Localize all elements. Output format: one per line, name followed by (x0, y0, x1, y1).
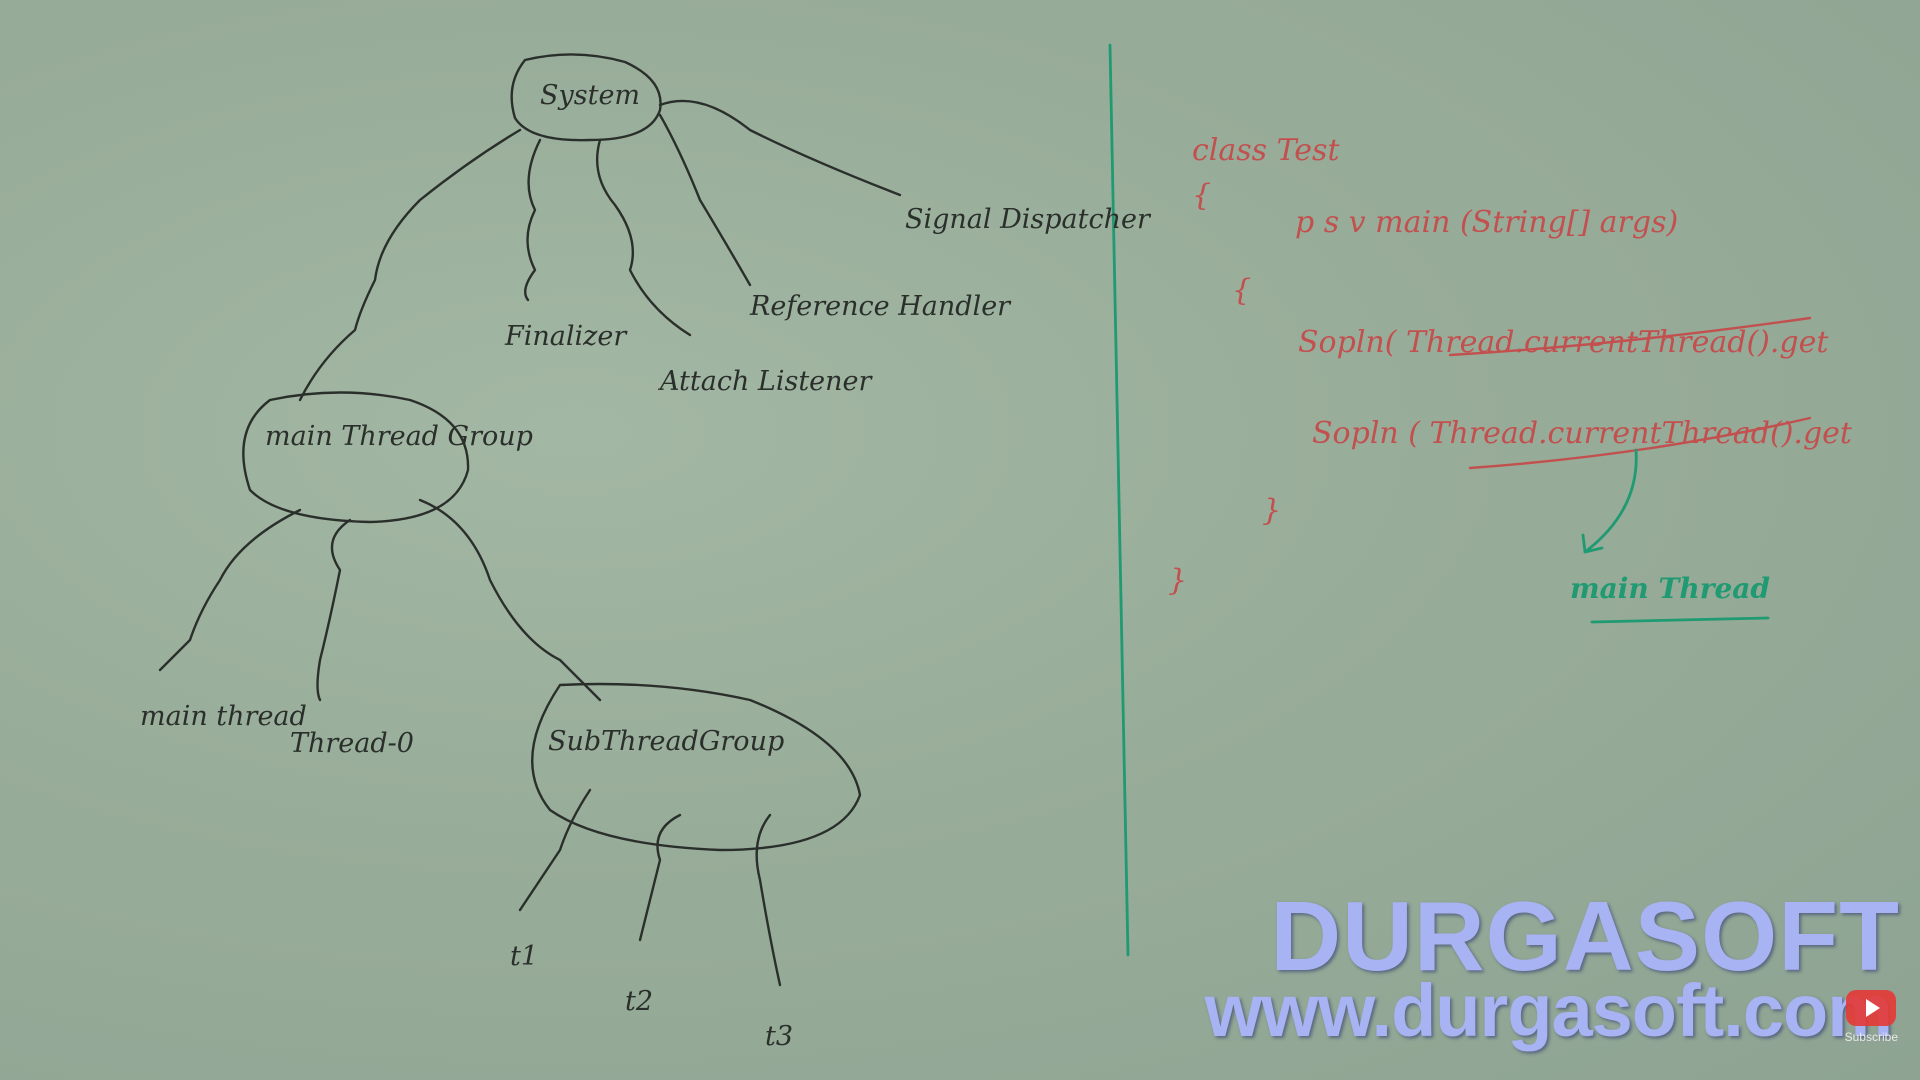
label-main-thread: main thread (140, 701, 307, 732)
brand-url: www.durgasoft.com (1204, 969, 1893, 1052)
code-line-2: Sopln ( Thread.currentThread().get (1312, 416, 1853, 451)
subgroup-outline (531, 682, 862, 852)
code-class-line: class Test (1192, 133, 1340, 168)
branch-thread0 (316, 518, 352, 702)
divider-line (1108, 43, 1130, 957)
label-t2: t2 (625, 986, 653, 1017)
branch-main-thread (158, 508, 302, 672)
branch-signal (658, 99, 902, 197)
code-brace-close-method: } (1262, 493, 1281, 528)
label-reference-handler: Reference Handler (749, 291, 1012, 322)
result-label: main Thread (1570, 572, 1770, 605)
branch-reference (658, 113, 752, 287)
branch-subgroup (418, 498, 602, 702)
branch-finalizer (524, 138, 542, 302)
label-t1: t1 (510, 941, 538, 972)
code-brace-open-method: { (1232, 273, 1251, 308)
system-node-label: System (540, 80, 640, 111)
label-thread-0: Thread-0 (290, 728, 414, 759)
main-group-outline (242, 391, 470, 524)
code-brace-open-class: { (1192, 178, 1211, 213)
branch-attach (596, 138, 692, 337)
branch-t2 (638, 813, 682, 942)
label-signal-dispatcher: Signal Dispatcher (905, 204, 1152, 235)
result-underline (1590, 616, 1770, 624)
branch-t3 (755, 813, 782, 987)
branch-t1 (518, 788, 592, 912)
main-group-label: main Thread Group (265, 421, 533, 452)
code-line-1: Sopln( Thread.currentThread().get (1298, 325, 1829, 360)
arrow-to-result (1581, 448, 1638, 554)
code-brace-close-class: } (1168, 563, 1187, 598)
subscribe-label[interactable]: Subscribe (1845, 1030, 1898, 1044)
label-attach-listener: Attach Listener (657, 366, 874, 397)
branch-main-group (298, 128, 522, 402)
code-main-line: p s v main (String[] args) (1295, 205, 1678, 240)
label-finalizer: Finalizer (504, 321, 628, 352)
label-t3: t3 (765, 1021, 793, 1052)
subgroup-label: SubThreadGroup (548, 726, 784, 757)
